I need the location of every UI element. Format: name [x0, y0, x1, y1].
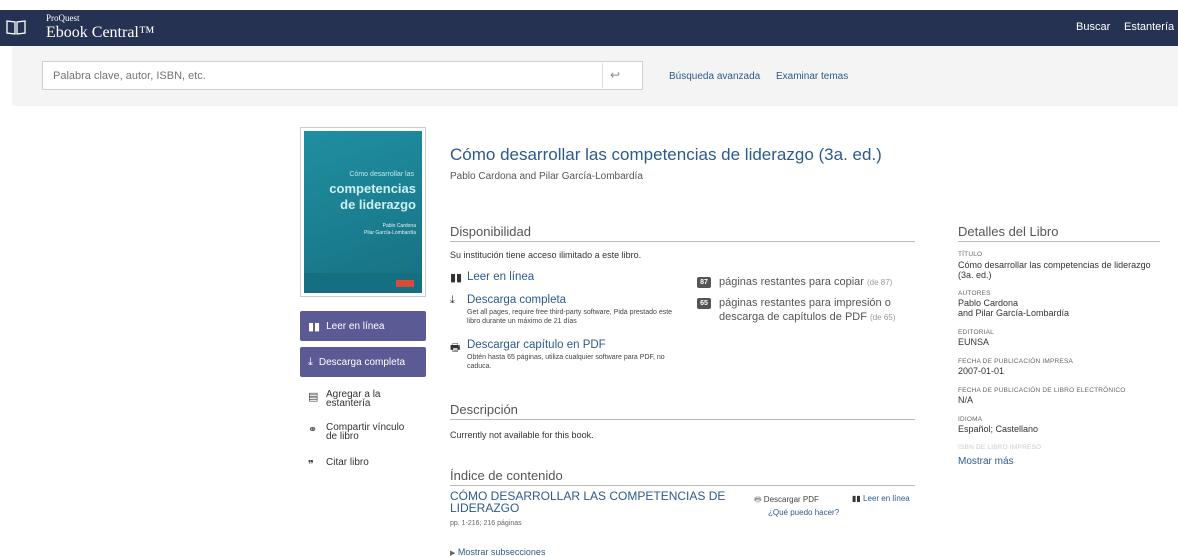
copy-pages-badge: 87 [697, 277, 711, 288]
nav-bookshelf-link[interactable]: Estantería [1124, 21, 1174, 33]
detail-title-value: Cómo desarrollar las competencias de lid… [958, 260, 1151, 280]
search-input[interactable] [42, 61, 643, 90]
read-online-option[interactable]: ▮▮ Leer en línea [450, 271, 534, 284]
full-download-description: Get all pages, require free third-party … [467, 309, 673, 325]
enter-key-icon[interactable]: ↩ [610, 68, 620, 82]
full-download-label: Descarga completa [318, 356, 406, 368]
show-subsections-label: Mostrar subsecciones [457, 547, 546, 556]
print-pages-text: páginas restantes para impresión o desca… [719, 297, 891, 323]
pdf-chapter-link[interactable]: Descargar capítulo en PDF [467, 339, 667, 351]
full-download-option[interactable]: ⤓ Descarga completa Get all pages, requi… [450, 294, 677, 326]
print-pages-total: (de 65) [870, 313, 896, 322]
pdf-icon: 🖶 [754, 495, 762, 504]
toc-heading: Índice de contenido [450, 468, 915, 486]
full-download-link[interactable]: Descarga completa [467, 294, 677, 306]
cover-title-line1: Cómo desarrollar las [349, 171, 414, 178]
read-online-link[interactable]: Leer en línea [467, 271, 534, 284]
toc-read-online[interactable]: ▮▮ Leer en línea [852, 494, 910, 503]
share-link-label: Compartir vínculo de libro [326, 422, 405, 442]
full-download-button[interactable]: ⤓ Descarga completa [300, 347, 426, 377]
show-subsections-toggle[interactable]: ▶ Mostrar subsecciones [450, 547, 545, 556]
caret-right-icon: ▶ [450, 550, 456, 556]
show-more-link[interactable]: Mostrar más [958, 456, 1014, 467]
cite-book-label: Citar libro [326, 457, 369, 468]
book-icon: ▮▮ [308, 320, 321, 333]
detail-author-2: and Pilar García-Lombardía [958, 308, 1070, 318]
toc-what-can-i-do-link[interactable]: ¿Qué puedo hacer? [768, 508, 839, 517]
book-details-heading: Detalles del Libro [958, 224, 1160, 242]
toc-entry-title[interactable]: CÓMO DESARROLLAR LAS COMPETENCIAS DE LID… [450, 490, 750, 514]
detail-print-date-label: FECHA DE PUBLICACIÓN IMPRESA [958, 358, 1074, 365]
book-icon: ▮▮ [852, 494, 861, 503]
cover-authors: Pablo Cardona Pilar García-Lombardía [364, 223, 416, 237]
share-link-action[interactable]: ⚭ Compartir vínculo de libro [308, 422, 416, 442]
top-navbar: ProQuest Ebook Central™ Buscar Estanterí… [0, 10, 1178, 46]
open-book-icon [6, 20, 26, 35]
book-authors: Pablo Cardona and Pilar García-Lombardía [450, 171, 643, 182]
quote-icon: ❞ [308, 459, 314, 471]
copy-pages-total: (de 87) [867, 278, 893, 287]
pdf-chapter-option[interactable]: 🖶 Descargar capítulo en PDF Obtén hasta … [450, 339, 667, 371]
read-online-label: Leer en línea [326, 320, 385, 332]
browse-topics-link[interactable]: Examinar temas [776, 71, 848, 82]
book-cover-image: Cómo desarrollar las competencias de lid… [304, 131, 422, 293]
copy-pages-text: páginas restantes para copiar [719, 276, 864, 288]
book-icon: ▮▮ [450, 272, 463, 284]
detail-title-label: TÍTULO [958, 251, 983, 258]
detail-language-label: IDIOMA [958, 416, 983, 423]
description-text: Currently not available for this book. [450, 430, 594, 440]
read-online-button[interactable]: ▮▮ Leer en línea [300, 311, 426, 341]
detail-authors-label: AUTORES [958, 290, 991, 297]
publisher-logo-icon [396, 280, 414, 287]
add-bookshelf-label: Agregar a la estantería [326, 389, 381, 409]
cover-title-line2: competencias [329, 181, 416, 196]
toc-entry-pages: pp. 1-216; 216 páginas [450, 520, 522, 527]
cover-author-2: Pilar García-Lombardía [364, 230, 416, 236]
add-to-bookshelf-action[interactable]: ▤ Agregar a la estantería [308, 389, 416, 409]
cover-title-line3: de liderazgo [340, 197, 416, 212]
detail-publisher-value: EUNSA [958, 337, 990, 347]
download-icon: ⤓ [308, 355, 313, 368]
cover-author-1: Pablo Cardona [382, 223, 416, 229]
detail-author-1: Pablo Cardona [958, 298, 1019, 308]
detail-ebook-date-label: FECHA DE PUBLICACIÓN DE LIBRO ELECTRÓNIC… [958, 387, 1126, 394]
print-pages-badge: 65 [697, 298, 711, 309]
link-icon: ⚭ [308, 424, 318, 436]
add-bookshelf-icon: ▤ [308, 391, 319, 403]
printer-icon: 🖶 [450, 342, 461, 354]
copy-pages-count: 87 páginas restantes para copiar (de 87) [697, 275, 892, 290]
brand-proquest: ProQuest [46, 13, 80, 23]
toc-read-online-label: Leer en línea [863, 494, 910, 503]
cite-book-action[interactable]: ❞ Citar libro [308, 457, 416, 472]
search-divider [602, 63, 603, 88]
print-pages-count: 65 páginas restantes para impresión o de… [697, 296, 912, 325]
download-icon: ⤓ [450, 294, 455, 306]
description-heading: Descripción [450, 402, 915, 420]
nav-search-link[interactable]: Buscar [1076, 21, 1110, 33]
pdf-chapter-description: Obtén hasta 65 páginas, utiliza cualquie… [467, 354, 665, 370]
detail-language-value: Español; Castellano [958, 424, 1039, 434]
toc-download-pdf[interactable]: 🖶 Descargar PDF [754, 494, 819, 508]
detail-print-date-value: 2007-01-01 [958, 366, 1005, 376]
search-band: ↩ Búsqueda avanzada Examinar temas [12, 46, 1178, 106]
brand-ebook-central[interactable]: Ebook Central™ [46, 24, 155, 42]
availability-note: Su institución tiene acceso ilimitado a … [450, 250, 642, 260]
advanced-search-link[interactable]: Búsqueda avanzada [669, 71, 760, 82]
detail-isbn-label: ISBN DE LIBRO IMPRESO [958, 444, 1042, 451]
availability-heading: Disponibilidad [450, 224, 915, 242]
detail-publisher-label: EDITORIAL [958, 329, 994, 336]
book-cover: Cómo desarrollar las competencias de lid… [300, 127, 426, 297]
detail-ebook-date-value: N/A [958, 395, 974, 405]
book-title: Cómo desarrollar las competencias de lid… [450, 145, 882, 164]
toc-download-pdf-label: Descargar PDF [763, 495, 819, 504]
